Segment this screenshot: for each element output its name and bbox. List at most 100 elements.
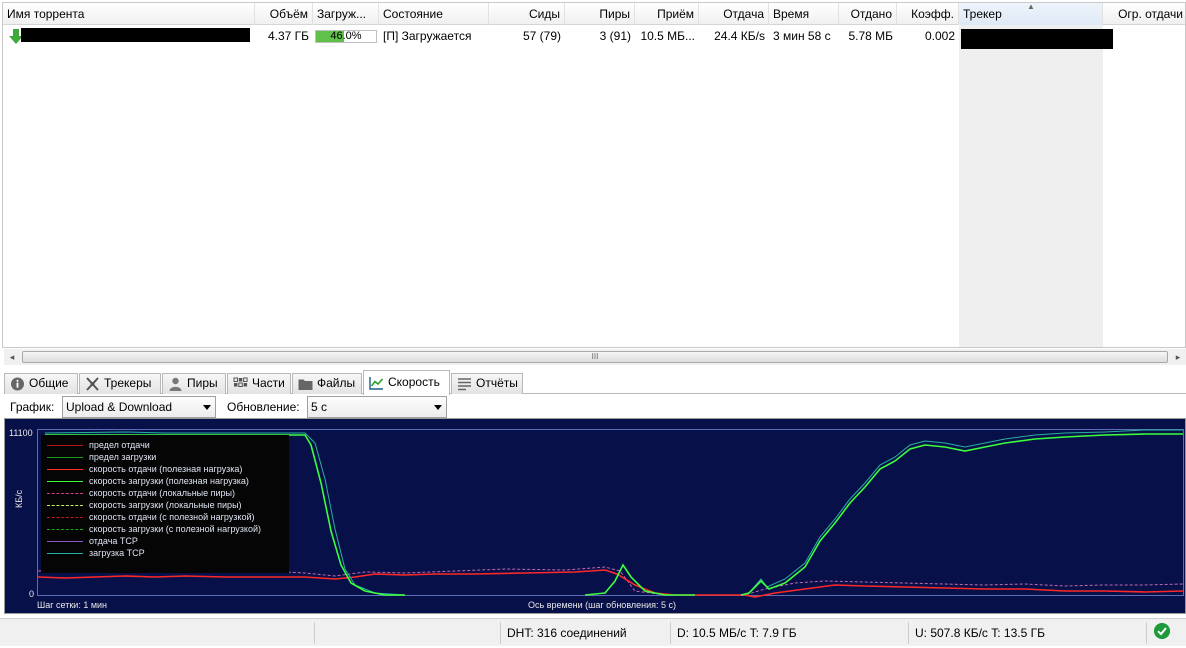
legend-item: скорость загрузки (полезная нагрузка) [41, 475, 289, 487]
scroll-left-icon[interactable]: ◂ [4, 349, 20, 365]
legend-item: скорость загрузки (локальные пиры) [41, 499, 289, 511]
legend-item: предел загрузки [41, 451, 289, 463]
legend-swatch [47, 517, 83, 518]
tab-peers-label: Пиры [187, 376, 218, 390]
col-up-limit[interactable]: Огр. отдачи [1103, 3, 1185, 25]
legend-item: предел отдачи [41, 439, 289, 451]
tab-reports-label: Отчёты [476, 376, 518, 390]
tab-speed[interactable]: Скорость [363, 370, 450, 395]
legend-label: скорость отдачи (локальные пиры) [89, 488, 236, 498]
y-axis-label: КБ/с [14, 489, 24, 508]
graph-type-select[interactable]: Upload & Download [62, 396, 216, 418]
legend-item: загрузка TCP [41, 547, 289, 559]
table-row[interactable]: 4.37 ГБ 46.0% [П] Загружается 57 (79) 3 … [3, 26, 1185, 49]
col-done[interactable]: Загруж... [313, 3, 379, 25]
legend-label: скорость отдачи (с полезной нагрузкой) [89, 512, 255, 522]
legend-swatch [47, 481, 83, 482]
connection-ok-icon[interactable] [1154, 623, 1170, 639]
download-status: D: 10.5 МБ/с T: 7.9 ГБ [670, 622, 908, 644]
speed-graph: предел отдачи предел загрузки скорость отд… [4, 418, 1186, 614]
legend-swatch [47, 469, 83, 470]
legend-label: скорость загрузки (полезная нагрузка) [89, 476, 249, 486]
graph-type-label: График: [10, 400, 55, 414]
torrent-list[interactable]: Имя торрента Объём Загруж... Состояние С… [2, 2, 1186, 348]
legend-swatch [47, 457, 83, 458]
tab-pieces[interactable]: Части [227, 373, 291, 394]
col-seeds[interactable]: Сиды [489, 3, 565, 25]
redacted-tracker [961, 29, 1113, 49]
tab-general-label: Общие [29, 376, 69, 390]
folder-icon [298, 379, 313, 390]
tracker-column-highlight [959, 25, 1103, 347]
legend-label: скорость загрузки (с полезной нагрузкой) [89, 524, 262, 534]
legend-swatch [47, 541, 83, 542]
tab-general[interactable]: Общие [4, 373, 78, 394]
dht-status: DHT: 316 соединений [500, 622, 670, 644]
speed-graph-icon [369, 377, 384, 390]
status-spacer [314, 622, 500, 644]
col-down-speed[interactable]: Приём [635, 3, 699, 25]
refresh-label: Обновление: [227, 400, 300, 414]
col-up-speed[interactable]: Отдача [699, 3, 769, 25]
cell-seeds: 57 (79) [522, 29, 561, 43]
progress-bar: 46.0% [315, 30, 377, 43]
progress-text: 46.0% [330, 30, 362, 42]
redacted-torrent-name [21, 28, 250, 42]
col-name[interactable]: Имя торрента [3, 3, 255, 25]
tab-pieces-label: Части [252, 376, 285, 390]
cell-peers: 3 (91) [599, 29, 631, 43]
legend-label: загрузка TCP [89, 548, 145, 558]
tab-peers[interactable]: Пиры [162, 373, 226, 394]
col-size[interactable]: Объём [255, 3, 313, 25]
legend-swatch [47, 529, 83, 530]
legend-item: скорость загрузки (с полезной нагрузкой) [41, 523, 289, 535]
sort-ascending-icon: ▲ [1027, 2, 1035, 11]
status-bar: DHT: 316 соединений D: 10.5 МБ/с T: 7.9 … [0, 618, 1186, 646]
tab-speed-label: Скорость [388, 375, 440, 389]
tab-files-label: Файлы [317, 376, 356, 390]
legend-label: скорость отдачи (полезная нагрузка) [89, 464, 243, 474]
graph-legend: предел отдачи предел загрузки скорость отд… [41, 435, 289, 573]
tab-trackers[interactable]: Трекеры [79, 373, 161, 394]
cell-ratio: 0.002 [924, 29, 955, 43]
cell-up-speed: 24.4 КБ/s [714, 29, 765, 43]
legend-item: скорость отдачи (локальные пиры) [41, 487, 289, 499]
list-header: Имя торрента Объём Загруж... Состояние С… [3, 3, 1185, 25]
cell-eta: 3 мин 58 с [773, 29, 831, 43]
legend-swatch [47, 493, 83, 494]
refresh-interval-select[interactable]: 5 с [307, 396, 447, 418]
pieces-icon [233, 377, 248, 387]
legend-item: отдача TCP [41, 535, 289, 547]
graph-type-value: Upload & Download [66, 400, 173, 414]
scrollbar-thumb[interactable]: III [22, 351, 1168, 363]
legend-label: отдача TCP [89, 536, 138, 546]
horizontal-scrollbar[interactable]: ◂ III ▸ [4, 349, 1186, 365]
tab-files[interactable]: Файлы [292, 373, 362, 394]
scroll-right-icon[interactable]: ▸ [1170, 349, 1186, 365]
y-axis-min: 0 [29, 589, 35, 599]
peers-icon [169, 377, 182, 391]
col-status[interactable]: Состояние [379, 3, 489, 25]
app-window: Имя торрента Объём Загруж... Состояние С… [0, 0, 1186, 648]
upload-status: U: 507.8 КБ/с T: 13.5 ГБ [908, 622, 1146, 644]
legend-swatch [47, 445, 83, 446]
cell-down-speed: 10.5 МБ... [640, 29, 695, 43]
tab-reports[interactable]: Отчёты [451, 373, 523, 394]
cell-size: 4.37 ГБ [267, 29, 309, 43]
chevron-down-icon [203, 405, 211, 410]
grid-step-label: Шаг сетки: 1 мин [37, 600, 108, 610]
cell-status: [П] Загружается [383, 29, 472, 43]
col-ratio[interactable]: Коэфф. [897, 3, 959, 25]
trackers-icon [86, 377, 99, 391]
col-uploaded[interactable]: Отдано [839, 3, 897, 25]
legend-label: предел отдачи [89, 440, 150, 450]
chevron-down-icon [434, 405, 442, 410]
reports-icon [458, 378, 471, 391]
legend-item: скорость отдачи (с полезной нагрузкой) [41, 511, 289, 523]
cell-uploaded: 5.78 МБ [848, 29, 893, 43]
y-axis-max: 11100 [9, 428, 33, 438]
legend-item: скорость отдачи (полезная нагрузка) [41, 463, 289, 475]
col-eta[interactable]: Время [769, 3, 839, 25]
legend-swatch [47, 505, 83, 506]
col-peers[interactable]: Пиры [565, 3, 635, 25]
